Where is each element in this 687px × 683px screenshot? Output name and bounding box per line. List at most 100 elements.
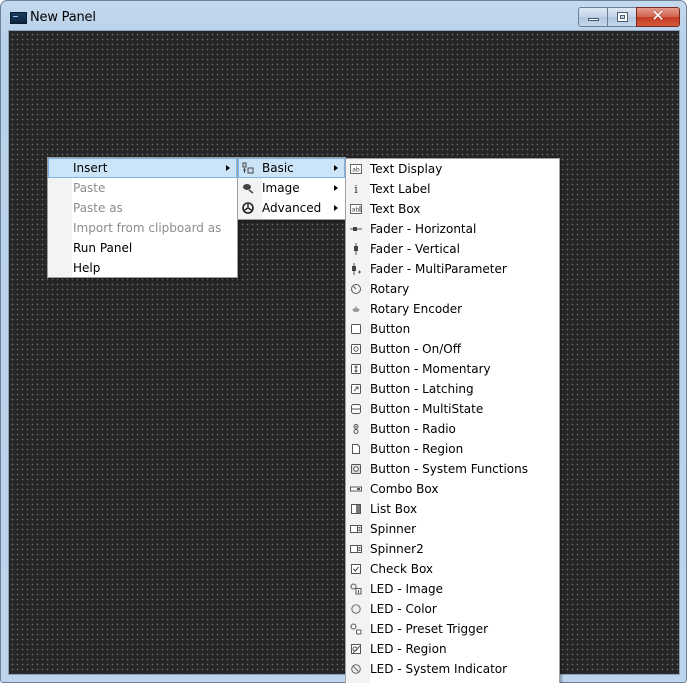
panel-canvas[interactable] [8,30,680,675]
button-system-functions-icon [349,462,363,476]
menu-item-image[interactable]: Image [238,178,345,198]
menu-item-label: Rotary Encoder [370,302,463,316]
menu-item-text-label[interactable]: i Text Label [346,179,559,199]
menu-item-label: Basic [262,161,294,175]
fader-vertical-icon [349,242,363,256]
menu-item-button-momentary[interactable]: Button - Momentary [346,359,559,379]
menu-item-label: Spinner [370,522,417,536]
led-image-icon [349,582,363,596]
menu-item-button-onoff[interactable]: Button - On/Off [346,339,559,359]
menu-item-led-preset-trigger[interactable]: LED - Preset Trigger [346,619,559,639]
close-button[interactable]: ✕ [636,6,680,27]
menu-item-spinner[interactable]: Spinner [346,519,559,539]
menu-item-label: Fader - MultiParameter [370,262,507,276]
panel-window: New Panel ✕ [0,0,687,683]
fader-horizontal-icon [349,222,363,236]
advanced-icon [241,201,255,215]
button-onoff-icon [349,342,363,356]
menu-item-label: Text Box [370,202,421,216]
menu-item-label: Combo Box [370,482,439,496]
menu-item-label: LED - Color [370,602,437,616]
menu-item-paste-as[interactable]: Paste as [48,198,237,218]
menu-item-label: Button - Momentary [370,362,491,376]
spinner2-icon [349,542,363,556]
menu-item-check-box[interactable]: Check Box [346,559,559,579]
menu-item-label: Text Label [370,182,431,196]
svg-text:i: i [354,183,358,195]
menu-item-list-box[interactable]: List Box [346,499,559,519]
menu-item-text-box[interactable]: ab Text Box [346,199,559,219]
minimize-button[interactable] [578,7,608,27]
text-display-icon: ab [349,162,363,176]
minimize-icon [588,18,599,21]
button-latching-icon [349,382,363,396]
menu-item-label: Image [262,181,300,195]
fader-multiparameter-icon [349,262,363,276]
menu-item-rotary[interactable]: Rotary [346,279,559,299]
menu-item-fader-multiparameter[interactable]: Fader - MultiParameter [346,259,559,279]
menu-item-basic[interactable]: Basic [238,158,345,178]
button-momentary-icon [349,362,363,376]
menu-item-label: Spinner2 [370,542,424,556]
menu-item-fader-vertical[interactable]: Fader - Vertical [346,239,559,259]
menu-item-label: Rotary [370,282,410,296]
submenu-arrow-icon [226,165,230,171]
text-label-icon: i [349,182,363,196]
menu-item-label: Fader - Horizontal [370,222,477,236]
menu-item-label: Advanced [262,201,322,215]
context-menu: Insert Paste Paste as Import from clipbo… [47,157,238,278]
title-bar[interactable]: New Panel ✕ [1,1,686,31]
button-multistate-icon [349,402,363,416]
menu-item-button-latching[interactable]: Button - Latching [346,379,559,399]
menu-item-paste[interactable]: Paste [48,178,237,198]
menu-item-label: Button - On/Off [370,342,461,356]
menu-item-label: LED - Image [370,582,444,596]
menu-item-label: Button - Latching [370,382,474,396]
menu-item-run-panel[interactable]: Run Panel [48,238,237,258]
menu-item-spinner2[interactable]: Spinner2 [346,539,559,559]
menu-item-button-multistate[interactable]: Button - MultiState [346,399,559,419]
close-icon: ✕ [651,6,665,25]
menu-item-label: Button - MultiState [370,402,484,416]
window-title: New Panel [30,10,96,25]
menu-item-fader-horizontal[interactable]: Fader - Horizontal [346,219,559,239]
check-box-icon [349,562,363,576]
menu-item-label: List Box [370,502,418,516]
maximize-icon [617,12,628,22]
button-radio-icon [349,422,363,436]
menu-item-combo-box[interactable]: Combo Box [346,479,559,499]
menu-item-insert[interactable]: Insert [48,158,237,178]
menu-item-label: Button [370,322,411,336]
submenu-arrow-icon [334,165,338,171]
menu-item-label: Insert [73,161,108,175]
menu-item-label: Check Box [370,562,434,576]
button-region-icon [349,442,363,456]
svg-text:ab: ab [352,207,360,214]
menu-item-rotary-encoder[interactable]: Rotary Encoder [346,299,559,319]
menu-item-led-color[interactable]: LED - Color [346,599,559,619]
menu-item-import-from-clipboard[interactable]: Import from clipboard as [48,218,237,238]
menu-item-label: Button - System Functions [370,462,529,476]
menu-item-led-system-indicator[interactable]: LED - System Indicator [346,659,559,679]
image-icon [241,181,255,195]
menu-item-led-image[interactable]: LED - Image [346,579,559,599]
rotary-encoder-icon [349,302,363,316]
menu-item-button-system-functions[interactable]: Button - System Functions [346,459,559,479]
menu-item-label: Help [73,261,101,275]
button-icon [349,322,363,336]
submenu-arrow-icon [334,185,338,191]
maximize-button[interactable] [607,7,637,27]
menu-item-help[interactable]: Help [48,258,237,278]
svg-text:ab: ab [352,167,360,174]
menu-item-label: Fader - Vertical [370,242,460,256]
led-color-icon [349,602,363,616]
menu-item-text-display[interactable]: ab Text Display [346,159,559,179]
menu-item-button-radio[interactable]: Button - Radio [346,419,559,439]
rotary-icon [349,282,363,296]
menu-item-led-region[interactable]: LED - Region [346,639,559,659]
menu-item-button-region[interactable]: Button - Region [346,439,559,459]
menu-item-button[interactable]: Button [346,319,559,339]
menu-item-advanced[interactable]: Advanced [238,198,345,218]
menu-item-label: LED - Region [370,642,447,656]
menu-item-label: Button - Radio [370,422,456,436]
